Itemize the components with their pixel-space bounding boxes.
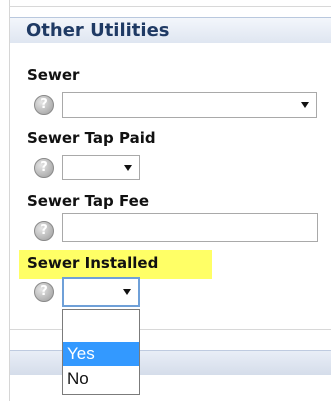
option-no[interactable]: No	[63, 367, 139, 391]
help-icon[interactable]: ?	[34, 95, 54, 115]
next-section-header	[10, 350, 331, 375]
help-icon[interactable]: ?	[34, 158, 54, 178]
chevron-down-icon	[123, 289, 131, 295]
sewer-installed-label: Sewer Installed	[27, 254, 159, 272]
chevron-down-icon	[124, 164, 132, 171]
sewer-select[interactable]	[62, 92, 317, 118]
sewer-tap-paid-label: Sewer Tap Paid	[27, 129, 156, 147]
sewer-label: Sewer	[27, 66, 80, 84]
sewer-tap-fee-input[interactable]	[62, 213, 318, 242]
sewer-tap-paid-select[interactable]	[62, 155, 140, 180]
sewer-tap-fee-label: Sewer Tap Fee	[27, 192, 149, 210]
help-icon[interactable]: ?	[34, 221, 54, 241]
option-yes[interactable]: Yes	[63, 342, 139, 366]
sewer-installed-select[interactable]	[62, 277, 140, 307]
section-title: Other Utilities	[26, 20, 170, 41]
help-icon[interactable]: ?	[34, 282, 54, 302]
sewer-installed-dropdown-list: Yes No	[62, 309, 140, 395]
section-divider	[10, 329, 331, 330]
top-divider	[9, 6, 331, 7]
chevron-down-icon	[301, 102, 309, 108]
section-header: Other Utilities	[10, 17, 331, 43]
